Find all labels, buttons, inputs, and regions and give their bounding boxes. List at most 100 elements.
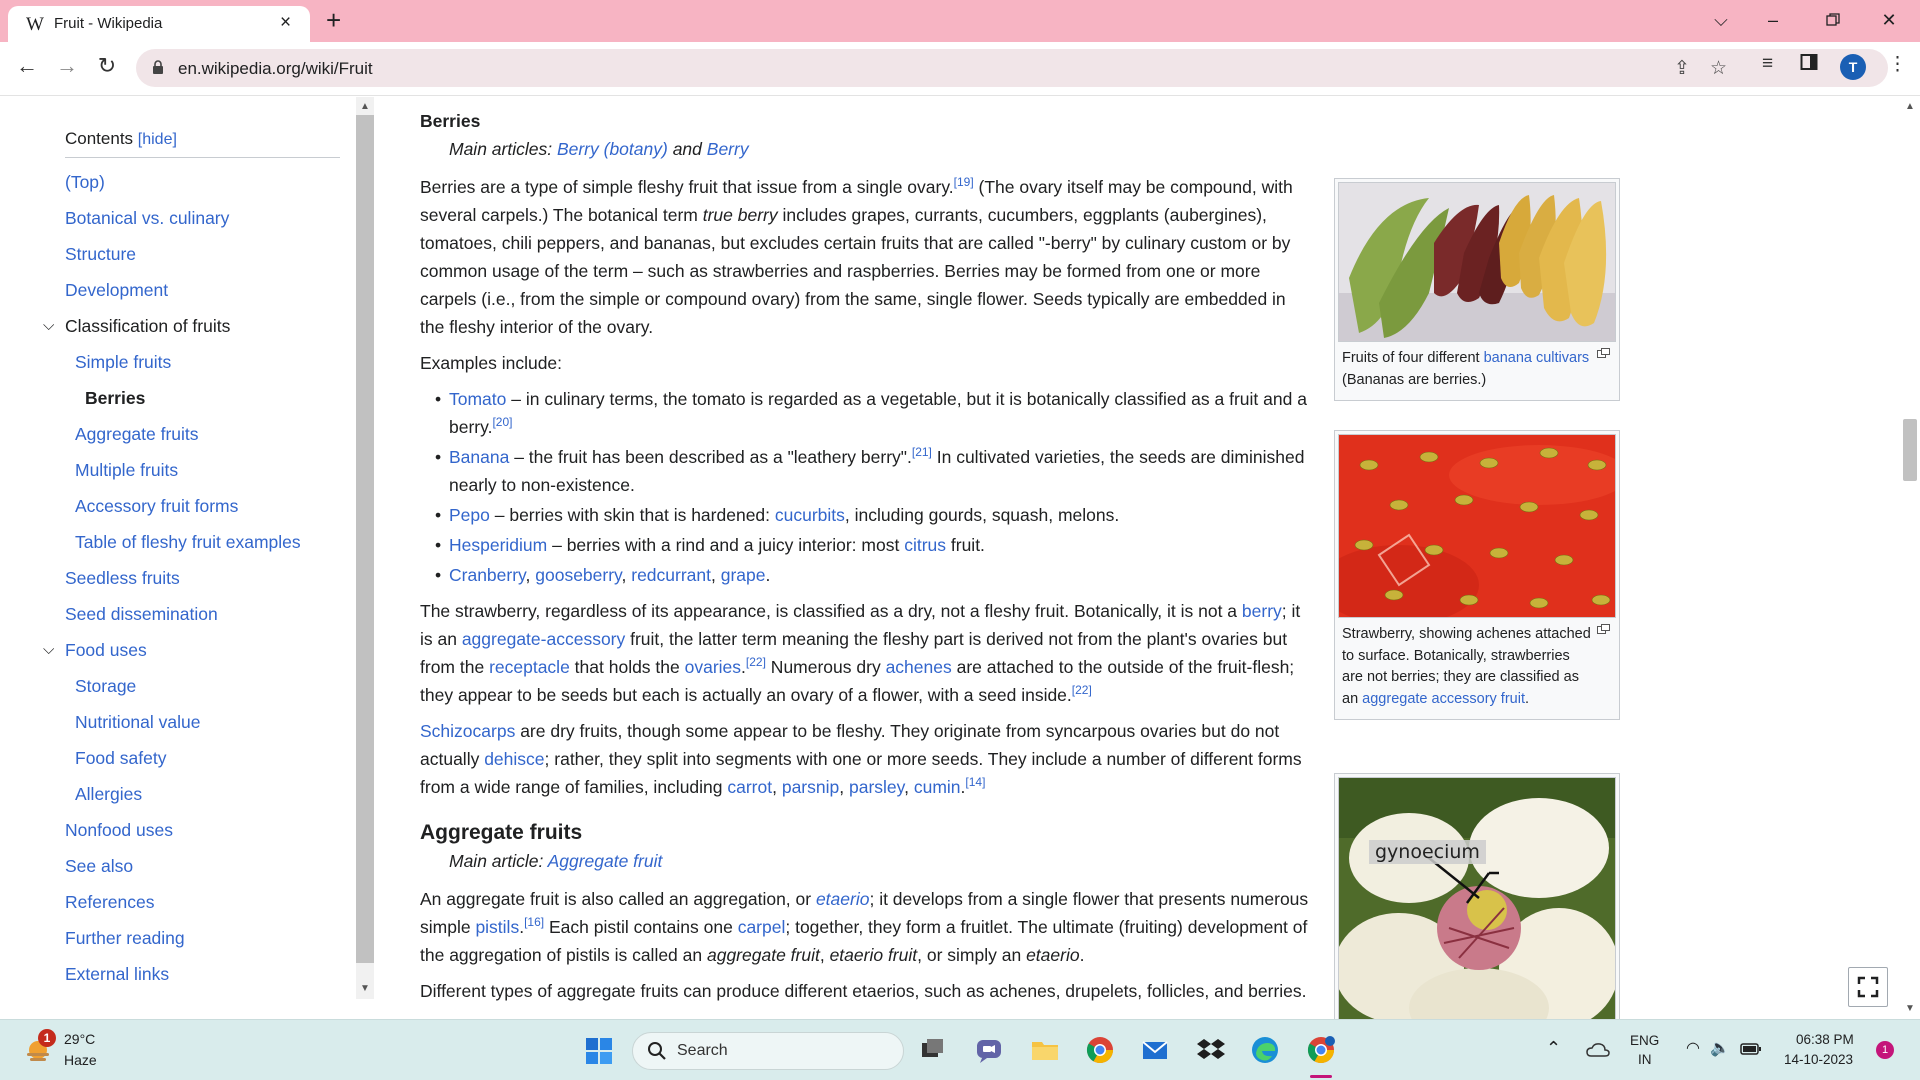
magnolia-image[interactable]: gynoecium [1338,777,1616,1019]
link-banana-cultivars[interactable]: banana cultivars [1484,350,1590,366]
link-receptacle[interactable]: receptacle [489,657,570,677]
forward-icon[interactable]: → [52,53,82,79]
link-ovaries[interactable]: ovaries [685,657,741,677]
ref-19[interactable]: [19] [954,175,974,189]
close-window-icon[interactable]: ✕ [1866,5,1912,35]
toc-item-table-fleshy-fruit[interactable]: Table of fleshy fruit examples [65,524,340,560]
edge-icon[interactable] [1250,1035,1280,1065]
windows-start-icon[interactable] [585,1037,613,1065]
toc-item-see-also[interactable]: See also [65,848,340,884]
mail-icon[interactable] [1140,1035,1170,1065]
tab-close-icon[interactable]: × [280,12,291,34]
toc-scrollbar-thumb[interactable] [356,115,374,963]
profile-avatar[interactable]: T [1840,54,1866,80]
banana-image[interactable] [1338,182,1616,342]
browser-tab[interactable]: W Fruit - Wikipedia × [8,6,310,42]
toc-item-nonfood-uses[interactable]: Nonfood uses [65,812,340,848]
link-carrot[interactable]: carrot [727,777,772,797]
address-bar[interactable]: en.wikipedia.org/wiki/Fruit ⇪ ☆ [136,49,1888,87]
language-top[interactable]: ENG [1630,1033,1659,1048]
page-scroll-up-icon[interactable]: ▲ [1905,101,1915,112]
link-berry-botany[interactable]: Berry (botany) [557,139,668,159]
toc-item-aggregate-fruits[interactable]: Aggregate fruits [65,416,340,452]
dropbox-icon[interactable] [1196,1035,1226,1065]
link-tomato[interactable]: Tomato [449,389,506,409]
link-cucurbits[interactable]: cucurbits [775,505,845,525]
chevron-down-icon[interactable]: ⌵ [43,308,54,344]
fullscreen-button[interactable] [1848,967,1888,1007]
link-achenes[interactable]: achenes [886,657,952,677]
page-scrollbar[interactable] [1900,97,1920,1019]
toc-item-multiple-fruits[interactable]: Multiple fruits [65,452,340,488]
toc-item-food-safety[interactable]: Food safety [65,740,340,776]
toc-item-seed-dissemination[interactable]: Seed dissemination [65,596,340,632]
ref-22[interactable]: [22] [746,655,766,669]
link-parsley[interactable]: parsley [849,777,904,797]
clock-time[interactable]: 06:38 PM [1796,1032,1854,1047]
toc-item-external-links[interactable]: External links [65,956,340,992]
toc-item-nutritional-value[interactable]: Nutritional value [65,704,340,740]
tray-overflow-chevron-icon[interactable]: ⌃ [1546,1038,1561,1059]
menu-kebab-icon[interactable]: ⋮ [1888,53,1907,76]
link-pistils[interactable]: pistils [475,917,519,937]
link-aggregate-accessory[interactable]: aggregate-accessory [462,629,625,649]
link-etaerio[interactable]: etaerio [816,889,870,909]
toc-item-references[interactable]: References [65,884,340,920]
chrome-icon[interactable] [1085,1035,1115,1065]
media-queue-icon[interactable]: ≡ [1762,53,1773,75]
ref-20[interactable]: [20] [492,415,512,429]
ref-14[interactable]: [14] [965,775,985,789]
toc-item-simple-fruits[interactable]: Simple fruits [65,344,340,380]
scroll-down-arrow-icon[interactable]: ▼ [360,983,370,994]
enlarge-icon[interactable] [1597,624,1610,634]
link-berry[interactable]: Berry [707,139,749,159]
chrome-profile-icon[interactable] [1306,1035,1336,1065]
back-icon[interactable]: ← [12,53,42,79]
teams-chat-icon[interactable] [974,1035,1004,1065]
link-citrus[interactable]: citrus [904,535,946,555]
side-panel-icon[interactable] [1800,53,1818,77]
ref-16[interactable]: [16] [524,915,544,929]
file-explorer-icon[interactable] [1030,1035,1060,1065]
ref-21[interactable]: [21] [912,445,932,459]
tab-search-chevron-icon[interactable]: ⌵ [1698,5,1744,35]
page-scroll-down-icon[interactable]: ▼ [1905,1003,1915,1014]
toc-item-structure[interactable]: Structure [65,236,340,272]
toc-item-further-reading[interactable]: Further reading [65,920,340,956]
restore-icon[interactable] [1810,5,1856,36]
link-gooseberry[interactable]: gooseberry [535,565,621,585]
link-pepo[interactable]: Pepo [449,505,490,525]
link-redcurrant[interactable]: redcurrant [631,565,711,585]
bookmark-star-icon[interactable]: ☆ [1710,57,1727,80]
weather-condition[interactable]: Haze [64,1052,97,1068]
link-banana[interactable]: Banana [449,447,509,467]
toc-item-botanical-vs-culinary[interactable]: Botanical vs. culinary [65,200,340,236]
battery-icon[interactable] [1740,1043,1762,1055]
wifi-icon[interactable]: ◠ [1686,1038,1700,1058]
task-view-icon[interactable] [918,1035,948,1065]
toc-item-development[interactable]: Development [65,272,340,308]
link-grape[interactable]: grape [721,565,766,585]
toc-item-berries-current[interactable]: Berries [65,380,340,416]
link-schizocarps[interactable]: Schizocarps [420,721,515,741]
toc-item-top[interactable]: (Top) [65,164,340,200]
language-bottom[interactable]: IN [1638,1052,1652,1067]
onedrive-cloud-icon[interactable] [1586,1042,1610,1058]
toc-hide-link[interactable]: [hide] [138,131,177,148]
clock-date[interactable]: 14-10-2023 [1784,1052,1853,1067]
strawberry-image[interactable] [1338,434,1616,618]
toc-item-storage[interactable]: Storage [65,668,340,704]
link-parsnip[interactable]: parsnip [782,777,839,797]
toc-item-allergies[interactable]: Allergies [65,776,340,812]
link-cranberry[interactable]: Cranberry [449,565,526,585]
new-tab-icon[interactable]: + [326,6,341,34]
link-hesperidium[interactable]: Hesperidium [449,535,547,555]
minimize-icon[interactable]: – [1750,5,1796,35]
link-aggregate-fruit[interactable]: Aggregate fruit [548,851,663,871]
notification-badge[interactable]: 1 [1876,1041,1894,1059]
link-carpel[interactable]: carpel [738,917,786,937]
link-berry-2[interactable]: berry [1242,601,1282,621]
toc-item-seedless-fruits[interactable]: Seedless fruits [65,560,340,596]
link-cumin[interactable]: cumin [914,777,961,797]
share-icon[interactable]: ⇪ [1674,57,1690,80]
